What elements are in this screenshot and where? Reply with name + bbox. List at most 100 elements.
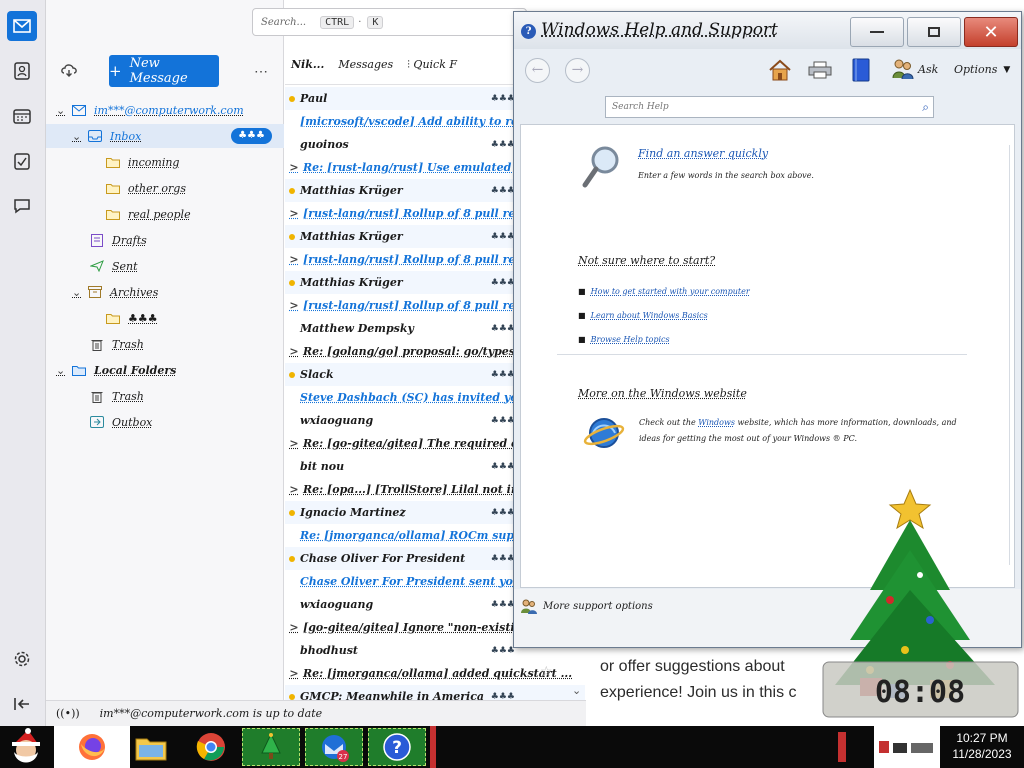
thread-twisty-icon[interactable]: > <box>285 437 303 450</box>
star-icon[interactable]: ☆ <box>540 664 553 680</box>
chat-icon <box>14 199 30 214</box>
maximize-icon <box>928 27 940 37</box>
mail-space-button[interactable] <box>7 11 37 41</box>
message-sender: wxiaoguang <box>300 414 374 427</box>
address-book-space-button[interactable] <box>7 56 37 86</box>
taskbar-item-thunderbird[interactable]: 27 <box>305 728 363 766</box>
windows-website-link[interactable]: Windows <box>698 418 735 427</box>
close-icon: ✕ <box>983 21 999 43</box>
account-label: im***@computerwork.com <box>94 103 244 117</box>
link-get-started[interactable]: How to get started with your computer <box>591 287 750 296</box>
folder-label: ♣♣♣ <box>128 311 158 325</box>
minimize-button[interactable] <box>850 17 904 47</box>
folder-other-orgs[interactable]: other orgs <box>46 176 284 200</box>
account-row[interactable]: ⌄ im***@computerwork.com <box>46 98 284 122</box>
get-messages-button[interactable] <box>60 62 78 81</box>
message-subject: Re: [opa...] [TrollStore] Lilal not in..… <box>303 483 531 496</box>
search-icon[interactable]: ⌕ <box>922 97 929 117</box>
folder-outbox[interactable]: Outbox <box>46 410 284 434</box>
account-mail-icon <box>70 103 88 117</box>
back-button[interactable]: ← <box>525 58 550 83</box>
inbox-icon <box>86 129 104 143</box>
folder-archives-child[interactable]: ♣♣♣ <box>46 306 284 330</box>
taskbar-item-file-explorer[interactable] <box>132 726 170 768</box>
tray-icon <box>838 732 846 762</box>
message-sender: Slack <box>300 368 334 381</box>
thread-twisty-icon[interactable]: > <box>285 161 303 174</box>
options-button[interactable]: Options ▼ <box>954 63 1010 76</box>
more-windows-heading: More on the Windows website <box>578 387 747 400</box>
ask-button[interactable]: Ask <box>892 58 938 80</box>
chevron-down-icon: ⌄ <box>72 129 82 143</box>
find-answer-heading[interactable]: Find an answer quickly <box>638 147 768 160</box>
taskbar-item-help[interactable]: ? <box>368 728 426 766</box>
archive-icon <box>86 285 104 299</box>
clock-date: 11/28/2023 <box>952 747 1012 761</box>
more-menu-icon[interactable]: ⋯ <box>254 64 268 80</box>
help-titlebar[interactable]: ? Windows Help and Support ✕ <box>514 12 1021 49</box>
folder-incoming[interactable]: incoming <box>46 150 284 174</box>
chat-space-button[interactable] <box>7 191 37 221</box>
new-message-button[interactable]: + New Message <box>109 55 219 87</box>
spaces-toolbar <box>0 0 46 726</box>
link-browse-topics[interactable]: Browse Help topics <box>591 335 670 344</box>
print-button[interactable] <box>808 61 832 82</box>
home-button[interactable] <box>768 59 792 84</box>
taskbar-item-chrome[interactable] <box>192 726 230 768</box>
thread-twisty-icon[interactable]: > <box>285 207 303 220</box>
close-button[interactable]: ✕ <box>964 17 1018 47</box>
maximize-button[interactable] <box>907 17 961 47</box>
browse-help-button[interactable] <box>851 58 871 85</box>
christmas-tree-gadget[interactable]: 08:08 <box>820 480 1020 720</box>
start-button[interactable] <box>2 726 50 768</box>
message-meta: ♣♣♣ <box>490 599 515 610</box>
scroll-down-icon[interactable]: ⌄ <box>572 684 581 697</box>
help-search-input[interactable]: Search Help ⌕ <box>605 96 934 118</box>
tasks-space-button[interactable] <box>7 146 37 176</box>
clock[interactable]: 10:27 PM 11/28/2023 <box>944 730 1020 762</box>
folder-real-people[interactable]: real people <box>46 202 284 226</box>
settings-button[interactable] <box>7 644 37 674</box>
link-windows-basics[interactable]: Learn about Windows Basics <box>591 311 708 320</box>
message-sender-row[interactable]: GMCP: Meanwhile in America ♣♣♣ <box>285 685 585 700</box>
thread-twisty-icon[interactable]: > <box>285 621 303 634</box>
folder-archives[interactable]: ⌄ Archives <box>46 280 284 304</box>
message-meta: ♣♣♣ <box>490 369 515 380</box>
message-subject: Re: [jmorganca/ollama] added quickstart … <box>303 667 573 680</box>
message-meta: ♣♣♣ <box>490 323 515 334</box>
message-sender: guoinos <box>300 138 349 151</box>
folder-local-trash[interactable]: Trash <box>46 384 284 408</box>
folder-sent[interactable]: Sent <box>46 254 284 278</box>
find-answer-description: Enter a few words in the search box abov… <box>638 171 814 180</box>
thread-twisty-icon[interactable]: > <box>285 253 303 266</box>
folder-trash[interactable]: Trash <box>46 332 284 356</box>
magnifier-icon <box>581 145 621 196</box>
not-sure-heading: Not sure where to start? <box>578 254 716 267</box>
quick-filter-button[interactable]: ⫶ Quick F <box>407 58 457 72</box>
thread-twisty-icon[interactable]: > <box>285 483 303 496</box>
message-sender: bit nou <box>300 460 345 473</box>
forward-button[interactable]: → <box>565 58 590 83</box>
thread-twisty-icon[interactable]: > <box>285 345 303 358</box>
help-app-icon: ? <box>521 24 536 39</box>
search-input[interactable]: Search... CTRL · K <box>252 8 527 36</box>
message-sender: bhodhust <box>300 644 358 657</box>
taskbar-item-tree[interactable] <box>242 728 300 766</box>
tray-overflow[interactable] <box>832 726 852 768</box>
thread-twisty-icon[interactable]: > <box>285 299 303 312</box>
collapse-spaces-button[interactable] <box>7 689 37 719</box>
local-folders-row[interactable]: ⌄ Local Folders <box>46 358 284 382</box>
thread-twisty-icon[interactable]: > <box>285 667 303 680</box>
calendar-space-button[interactable] <box>7 101 37 131</box>
more-support-options-button[interactable]: More support options <box>521 598 653 614</box>
folder-inbox[interactable]: ⌄ Inbox ♣♣♣ <box>46 124 284 148</box>
taskbar-item-firefox[interactable] <box>54 726 130 768</box>
system-tray-icons[interactable] <box>874 726 940 768</box>
thread-column-label[interactable]: Nik... <box>291 58 324 71</box>
folder-drafts[interactable]: Drafts <box>46 228 284 252</box>
people-icon <box>892 59 914 80</box>
christmas-tree-icon: 08:08 <box>822 488 1019 718</box>
more-windows-description: Check out the Windows website, which has… <box>639 418 957 443</box>
message-meta: ♣♣♣ <box>490 185 515 196</box>
firefox-icon <box>79 734 105 760</box>
